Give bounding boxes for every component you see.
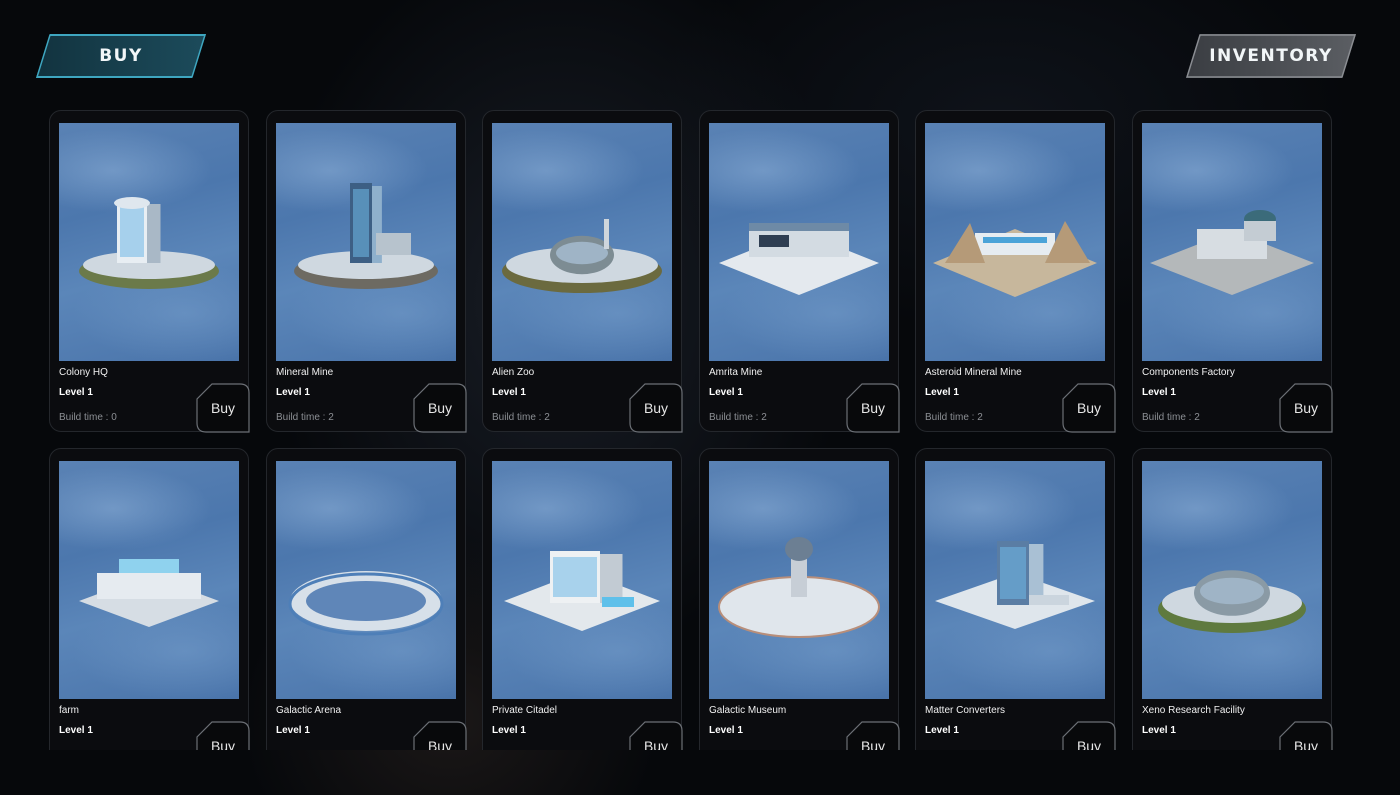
building-level: Level 1 [709, 387, 743, 398]
building-card[interactable]: farm Level 1 Buy [49, 448, 250, 750]
buy-button-label: Buy [1076, 738, 1102, 750]
building-level: Level 1 [1142, 725, 1176, 736]
building-card[interactable]: Private Citadel Level 1 Buy [482, 448, 683, 750]
private-citadel-building-icon [504, 551, 660, 631]
building-image [59, 461, 239, 699]
colony-hq-building-icon [79, 197, 219, 289]
building-card[interactable]: Xeno Research Facility Level 1 Buy [1132, 448, 1333, 750]
building-level: Level 1 [925, 387, 959, 398]
building-name: Colony HQ [59, 367, 108, 378]
shop-screen: Colony HQ Level 1 Build time : 0 Buy Mineral… [0, 0, 1400, 795]
buy-button[interactable]: Buy [846, 721, 900, 750]
buy-button-label: Buy [643, 738, 669, 750]
building-level: Level 1 [276, 725, 310, 736]
building-name: Asteroid Mineral Mine [925, 367, 1022, 378]
amrita-mine-building-icon [719, 223, 879, 295]
alien-zoo-building-icon [502, 219, 662, 293]
building-level: Level 1 [492, 725, 526, 736]
buy-button[interactable]: Buy [629, 721, 683, 750]
xeno-research-building-icon [1158, 570, 1306, 633]
building-level: Level 1 [492, 387, 526, 398]
buy-button-label: Buy [427, 738, 453, 750]
building-image [925, 123, 1105, 361]
buy-button[interactable]: Buy [1279, 721, 1333, 750]
buy-button-label: Buy [427, 400, 453, 416]
building-image [709, 461, 889, 699]
building-card[interactable]: Mineral Mine Level 1 Build time : 2 Buy [266, 110, 467, 433]
building-card[interactable]: Asteroid Mineral Mine Level 1 Build time :… [915, 110, 1116, 433]
buy-button-label: Buy [1076, 400, 1102, 416]
components-factory-building-icon [1150, 210, 1314, 295]
galactic-museum-building-icon [718, 537, 880, 638]
building-image [492, 123, 672, 361]
buy-button-label: Buy [210, 400, 236, 416]
building-card[interactable]: Alien Zoo Level 1 Build time : 2 Buy [482, 110, 683, 433]
building-card[interactable]: Galactic Arena Level 1 Buy [266, 448, 467, 750]
buy-button-label: Buy [1293, 400, 1319, 416]
building-grid: Colony HQ Level 1 Build time : 0 Buy Mineral… [0, 0, 1400, 750]
buy-button[interactable]: Buy [846, 383, 900, 433]
buy-button[interactable]: Buy [629, 383, 683, 433]
building-card[interactable]: Galactic Museum Level 1 Buy [699, 448, 900, 750]
mineral-mine-building-icon [294, 183, 438, 289]
buy-button-label: Buy [210, 738, 236, 750]
buy-tab-label: BUY [99, 46, 143, 66]
build-time: Build time : 0 [59, 412, 117, 423]
galactic-arena-building-icon [288, 571, 444, 636]
buy-button[interactable]: Buy [196, 383, 250, 433]
building-name: Components Factory [1142, 367, 1235, 378]
building-card[interactable]: Colony HQ Level 1 Build time : 0 Buy [49, 110, 250, 433]
buy-button[interactable]: Buy [196, 721, 250, 750]
building-name: Galactic Arena [276, 705, 342, 716]
build-time: Build time : 2 [492, 412, 550, 423]
build-time: Build time : 2 [709, 412, 767, 423]
building-name: Matter Converters [925, 705, 1006, 716]
building-image [709, 123, 889, 361]
buy-button-label: Buy [860, 738, 886, 750]
building-name: farm [59, 705, 79, 716]
building-level: Level 1 [59, 725, 93, 736]
build-time: Build time : 2 [1142, 412, 1200, 423]
building-name: Mineral Mine [276, 367, 334, 378]
inventory-tab[interactable]: INVENTORY [1186, 34, 1356, 78]
asteroid-mine-building-icon [933, 221, 1097, 297]
buy-tab[interactable]: BUY [36, 34, 206, 78]
building-level: Level 1 [709, 725, 743, 736]
build-time: Build time : 2 [276, 412, 334, 423]
buy-button[interactable]: Buy [1062, 383, 1116, 433]
building-card[interactable]: Components Factory Level 1 Build time : 2 B… [1132, 110, 1333, 433]
build-time: Build time : 2 [925, 412, 983, 423]
building-name: Private Citadel [492, 705, 558, 716]
matter-converters-building-icon [935, 541, 1095, 629]
buy-button[interactable]: Buy [1062, 721, 1116, 750]
buy-button-label: Buy [643, 400, 669, 416]
building-image [925, 461, 1105, 699]
building-card[interactable]: Matter Converters Level 1 Buy [915, 448, 1116, 750]
buy-button[interactable]: Buy [1279, 383, 1333, 433]
buy-button-label: Buy [1293, 738, 1319, 750]
building-image [276, 123, 456, 361]
building-level: Level 1 [1142, 387, 1176, 398]
building-name: Alien Zoo [492, 367, 535, 378]
building-level: Level 1 [925, 725, 959, 736]
buy-button[interactable]: Buy [413, 383, 467, 433]
building-image [492, 461, 672, 699]
building-image [1142, 123, 1322, 361]
buy-button-label: Buy [860, 400, 886, 416]
buy-button[interactable]: Buy [413, 721, 467, 750]
building-card[interactable]: Amrita Mine Level 1 Build time : 2 Buy [699, 110, 900, 433]
building-image [1142, 461, 1322, 699]
building-name: Xeno Research Facility [1142, 705, 1245, 716]
building-name: Galactic Museum [709, 705, 787, 716]
building-image [276, 461, 456, 699]
building-level: Level 1 [59, 387, 93, 398]
building-level: Level 1 [276, 387, 310, 398]
building-image [59, 123, 239, 361]
inventory-tab-label: INVENTORY [1209, 46, 1333, 66]
farm-building-icon [79, 559, 219, 627]
building-name: Amrita Mine [709, 367, 763, 378]
